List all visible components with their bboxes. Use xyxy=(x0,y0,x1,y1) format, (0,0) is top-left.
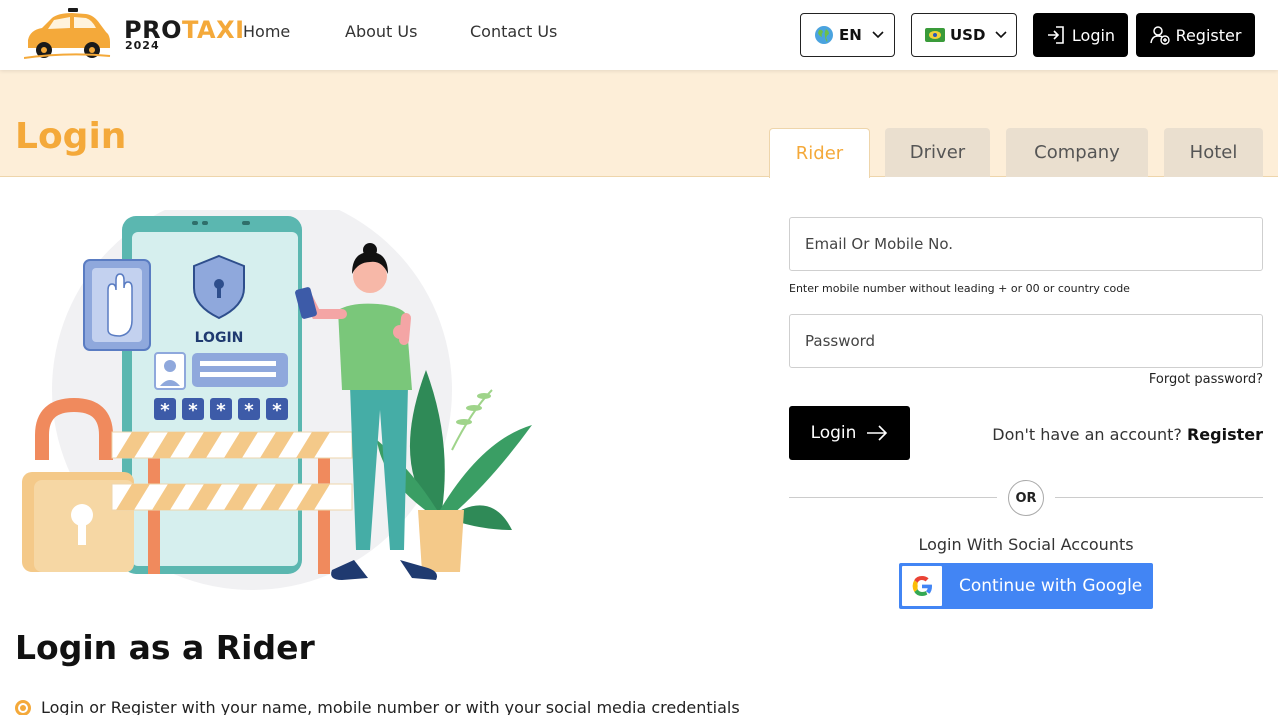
header-register-button[interactable]: Register xyxy=(1136,13,1255,57)
chevron-down-icon xyxy=(872,31,884,39)
add-user-icon xyxy=(1149,26,1170,45)
logo-year: 2024 xyxy=(125,39,160,52)
register-link[interactable]: Register xyxy=(1187,425,1263,444)
login-illustration: LOGIN * * * * * xyxy=(22,210,532,590)
nav-contact-us[interactable]: Contact Us xyxy=(470,22,557,41)
taxi-car-icon xyxy=(24,8,111,59)
svg-text:*: * xyxy=(160,400,170,421)
svg-text:*: * xyxy=(188,400,198,421)
google-login-button[interactable]: Continue with Google xyxy=(899,563,1153,609)
google-icon xyxy=(902,566,942,606)
login-icon xyxy=(1047,26,1064,44)
site-header: PROTAXI 2024 Home About Us Contact Us EN… xyxy=(0,0,1278,70)
currency-value: USD xyxy=(950,26,986,44)
divider-left xyxy=(789,497,997,498)
email-or-mobile-input[interactable]: Email Or Mobile No. xyxy=(789,217,1263,271)
tab-driver[interactable]: Driver xyxy=(885,128,990,177)
no-account-text: Don't have an account? Register xyxy=(992,425,1263,444)
svg-text:*: * xyxy=(216,400,226,421)
svg-text:*: * xyxy=(244,400,254,421)
google-login-label: Continue with Google xyxy=(959,576,1143,596)
page-title: Login xyxy=(15,116,127,157)
login-submit-button[interactable]: Login xyxy=(789,406,910,460)
password-input[interactable]: Password xyxy=(789,314,1263,368)
list-item: Login or Register with your name, mobile… xyxy=(15,698,740,715)
svg-text:*: * xyxy=(272,400,282,421)
nav-home[interactable]: Home xyxy=(243,22,290,41)
tab-hotel[interactable]: Hotel xyxy=(1164,128,1263,177)
bullet-text: Login or Register with your name, mobile… xyxy=(41,698,740,715)
section-title: Login as a Rider xyxy=(15,628,315,667)
header-register-label: Register xyxy=(1175,25,1242,45)
arrow-right-icon xyxy=(867,425,888,441)
tab-rider[interactable]: Rider xyxy=(769,128,870,178)
no-account-label: Don't have an account? xyxy=(992,425,1182,444)
language-value: EN xyxy=(839,26,862,44)
mobile-hint: Enter mobile number without leading + or… xyxy=(789,282,1130,295)
header-login-button[interactable]: Login xyxy=(1033,13,1128,57)
or-separator: OR xyxy=(1008,480,1044,516)
illustration-login-label: LOGIN xyxy=(195,330,244,346)
currency-select[interactable]: USD xyxy=(911,13,1017,57)
divider-right xyxy=(1055,497,1263,498)
tab-company[interactable]: Company xyxy=(1006,128,1148,177)
social-login-heading: Login With Social Accounts xyxy=(918,535,1134,554)
login-submit-label: Login xyxy=(810,423,857,443)
page-banner: Login Rider Driver Company Hotel xyxy=(0,70,1278,178)
language-select[interactable]: EN xyxy=(800,13,895,57)
globe-icon xyxy=(815,26,833,44)
chevron-down-icon xyxy=(995,31,1008,39)
currency-flag-icon xyxy=(925,28,945,42)
protaxi-logo[interactable]: PROTAXI 2024 xyxy=(24,6,244,64)
forgot-password-link[interactable]: Forgot password? xyxy=(1149,372,1263,387)
nav-about-us[interactable]: About Us xyxy=(345,22,417,41)
bullet-icon xyxy=(15,699,31,715)
header-login-label: Login xyxy=(1071,25,1116,45)
